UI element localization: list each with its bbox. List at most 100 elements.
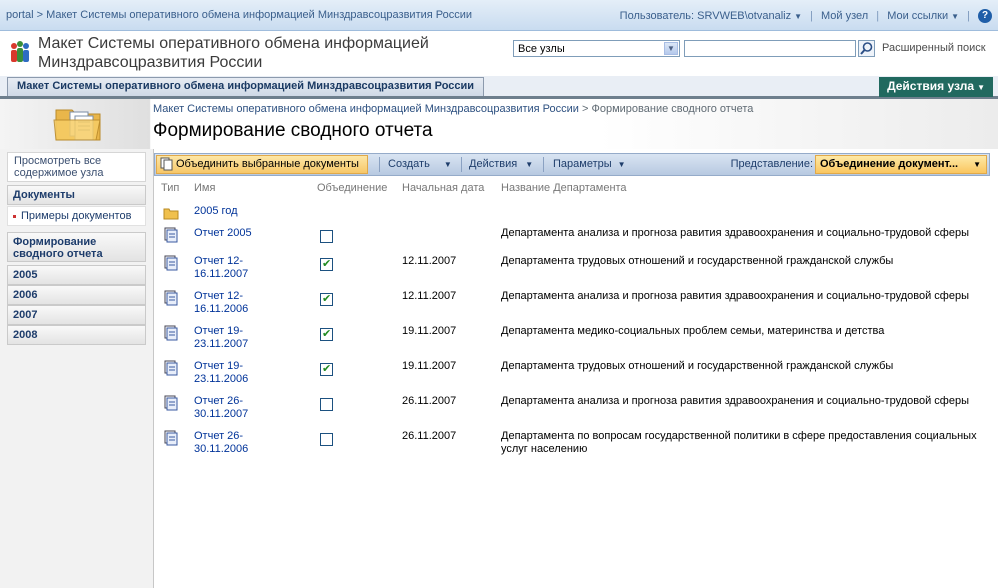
title-area: Макет Системы оперативного обмена информ… bbox=[0, 31, 998, 76]
nav-item-doc-examples[interactable]: Примеры документов bbox=[7, 206, 146, 226]
start-date: 19.11.2007 bbox=[402, 325, 457, 337]
item-name-link[interactable]: Отчет 12-16.11.2007 bbox=[194, 255, 274, 281]
merge-checkbox[interactable] bbox=[320, 230, 333, 243]
site-actions-label: Действия узла bbox=[887, 79, 975, 93]
document-icon bbox=[164, 360, 178, 376]
start-date: 12.11.2007 bbox=[402, 290, 457, 302]
column-header-department[interactable]: Название Департамента bbox=[501, 182, 627, 194]
department-name: Департамента анализа и прогноза равития … bbox=[501, 395, 969, 407]
document-icon bbox=[164, 227, 178, 243]
site-title[interactable]: Макет Системы оперативного обмена информ… bbox=[38, 34, 498, 72]
document-icon bbox=[164, 255, 178, 271]
search-icon bbox=[860, 42, 873, 55]
document-icon bbox=[164, 325, 178, 341]
bullet-icon bbox=[13, 214, 16, 218]
my-links-label: Мои ссылки bbox=[887, 9, 949, 22]
chevron-down-icon: ▼ bbox=[951, 11, 960, 21]
create-label: Создать bbox=[388, 158, 430, 170]
actions-menu[interactable]: Действия ▼ bbox=[469, 154, 533, 175]
merge-icon bbox=[160, 157, 173, 171]
document-icon bbox=[164, 395, 178, 411]
merge-checkbox[interactable] bbox=[320, 398, 333, 411]
chevron-down-icon: ▼ bbox=[443, 160, 452, 169]
nav-heading-documents[interactable]: Документы bbox=[7, 185, 146, 205]
chevron-down-icon: ▼ bbox=[525, 160, 534, 169]
nav-item-label: Примеры документов bbox=[21, 210, 132, 222]
advanced-search-link[interactable]: Расширенный поиск bbox=[882, 42, 986, 54]
help-icon[interactable]: ? bbox=[978, 9, 992, 23]
folder-icon bbox=[163, 208, 179, 220]
start-date: 26.11.2007 bbox=[402, 430, 457, 442]
item-name-link[interactable]: Отчет 26-30.11.2007 bbox=[194, 395, 274, 421]
breadcrumb-separator: > bbox=[582, 103, 589, 115]
department-name: Департамента анализа и прогноза равития … bbox=[501, 290, 969, 302]
nav-heading-2006[interactable]: 2006 bbox=[7, 285, 146, 305]
view-all-content-link[interactable]: Просмотреть все содержимое узла bbox=[7, 152, 146, 182]
view-select[interactable]: Объединение документ... ▼ bbox=[815, 155, 987, 174]
item-name-link[interactable]: Отчет 2005 bbox=[194, 227, 274, 240]
my-links-menu[interactable]: Мои ссылки ▼ bbox=[887, 10, 959, 22]
breadcrumb: Макет Системы оперативного обмена информ… bbox=[153, 103, 753, 115]
department-name: Департамента трудовых отношений и госуда… bbox=[501, 360, 894, 372]
crumb-portal-link[interactable]: portal bbox=[6, 9, 34, 21]
global-top-bar: portal > Макет Системы оперативного обме… bbox=[0, 0, 998, 31]
breadcrumb-current: Формирование сводного отчета bbox=[591, 103, 754, 115]
global-breadcrumb: portal > Макет Системы оперативного обме… bbox=[6, 9, 472, 21]
page-title: Формирование сводного отчета bbox=[153, 120, 433, 141]
department-name: Департамента трудовых отношений и госуда… bbox=[501, 255, 894, 267]
search-button[interactable] bbox=[858, 40, 875, 57]
crumb-separator: > bbox=[36, 9, 44, 21]
merge-checkbox[interactable] bbox=[320, 257, 333, 271]
chevron-down-icon: ▼ bbox=[617, 160, 626, 169]
chevron-down-icon: ▼ bbox=[794, 11, 803, 21]
item-name-link[interactable]: Отчет 12-16.11.2006 bbox=[194, 290, 274, 316]
list-toolbar: Объединить выбранные документы Создать ▼ … bbox=[154, 153, 990, 176]
top-nav-bar: Макет Системы оперативного обмена информ… bbox=[0, 76, 998, 99]
column-header-start-date[interactable]: Начальная дата bbox=[402, 182, 484, 194]
merge-checkbox[interactable] bbox=[320, 433, 333, 446]
item-name-link[interactable]: 2005 год bbox=[194, 205, 274, 218]
item-name-link[interactable]: Отчет 26-30.11.2006 bbox=[194, 430, 274, 456]
view-label: Представление: bbox=[730, 158, 813, 170]
start-date: 19.11.2007 bbox=[402, 360, 457, 372]
column-header-type[interactable]: Тип bbox=[161, 182, 179, 194]
chevron-down-icon: ▼ bbox=[973, 160, 981, 169]
department-name: Департамента по вопросам государственной… bbox=[501, 430, 977, 455]
search-scope-value: Все узлы bbox=[518, 43, 565, 55]
column-header-merge[interactable]: Объединение bbox=[317, 182, 387, 194]
search-scope-select[interactable]: Все узлы ▼ bbox=[513, 40, 680, 57]
folder-document-icon bbox=[53, 109, 101, 141]
department-name: Департамента анализа и прогноза равития … bbox=[501, 227, 969, 239]
document-icon bbox=[164, 290, 178, 306]
nav-heading-report-form[interactable]: Формирование сводного отчета bbox=[7, 232, 146, 262]
breadcrumb-site-link[interactable]: Макет Системы оперативного обмена информ… bbox=[153, 103, 579, 115]
merge-checkbox[interactable] bbox=[320, 362, 333, 376]
user-links: Пользователь: SRVWEB\otvanaliz ▼ | Мой уз… bbox=[620, 9, 992, 23]
item-name-link[interactable]: Отчет 19-23.11.2007 bbox=[194, 325, 274, 351]
search-input[interactable] bbox=[684, 40, 856, 57]
start-date: 26.11.2007 bbox=[402, 395, 457, 407]
merge-checkbox[interactable] bbox=[320, 292, 333, 306]
my-site-link[interactable]: Мой узел bbox=[821, 10, 868, 22]
merge-checkbox[interactable] bbox=[320, 327, 333, 341]
nav-heading-2005[interactable]: 2005 bbox=[7, 265, 146, 285]
create-menu[interactable]: Создать ▼ bbox=[388, 154, 452, 175]
site-actions-menu[interactable]: Действия узла ▼ bbox=[879, 77, 993, 97]
tab-site-home[interactable]: Макет Системы оперативного обмена информ… bbox=[7, 77, 485, 96]
settings-label: Параметры bbox=[553, 158, 612, 170]
site-logo-icon bbox=[11, 41, 29, 62]
document-icon bbox=[164, 430, 178, 446]
nav-heading-2007[interactable]: 2007 bbox=[7, 305, 146, 325]
chevron-down-icon: ▼ bbox=[977, 83, 985, 92]
merge-documents-button[interactable]: Объединить выбранные документы bbox=[156, 155, 368, 174]
item-name-link[interactable]: Отчет 19-23.11.2006 bbox=[194, 360, 274, 386]
nav-heading-2008[interactable]: 2008 bbox=[7, 325, 146, 345]
user-name: Пользователь: SRVWEB\otvanaliz bbox=[619, 9, 792, 22]
user-menu[interactable]: Пользователь: SRVWEB\otvanaliz ▼ bbox=[620, 10, 802, 22]
crumb-site-link[interactable]: Макет Системы оперативного обмена информ… bbox=[46, 9, 472, 21]
settings-menu[interactable]: Параметры ▼ bbox=[553, 154, 626, 175]
column-header-name[interactable]: Имя bbox=[194, 182, 215, 194]
quick-launch: Просмотреть все содержимое узла Документ… bbox=[0, 149, 154, 588]
actions-label: Действия bbox=[469, 158, 518, 170]
start-date: 12.11.2007 bbox=[402, 255, 457, 267]
